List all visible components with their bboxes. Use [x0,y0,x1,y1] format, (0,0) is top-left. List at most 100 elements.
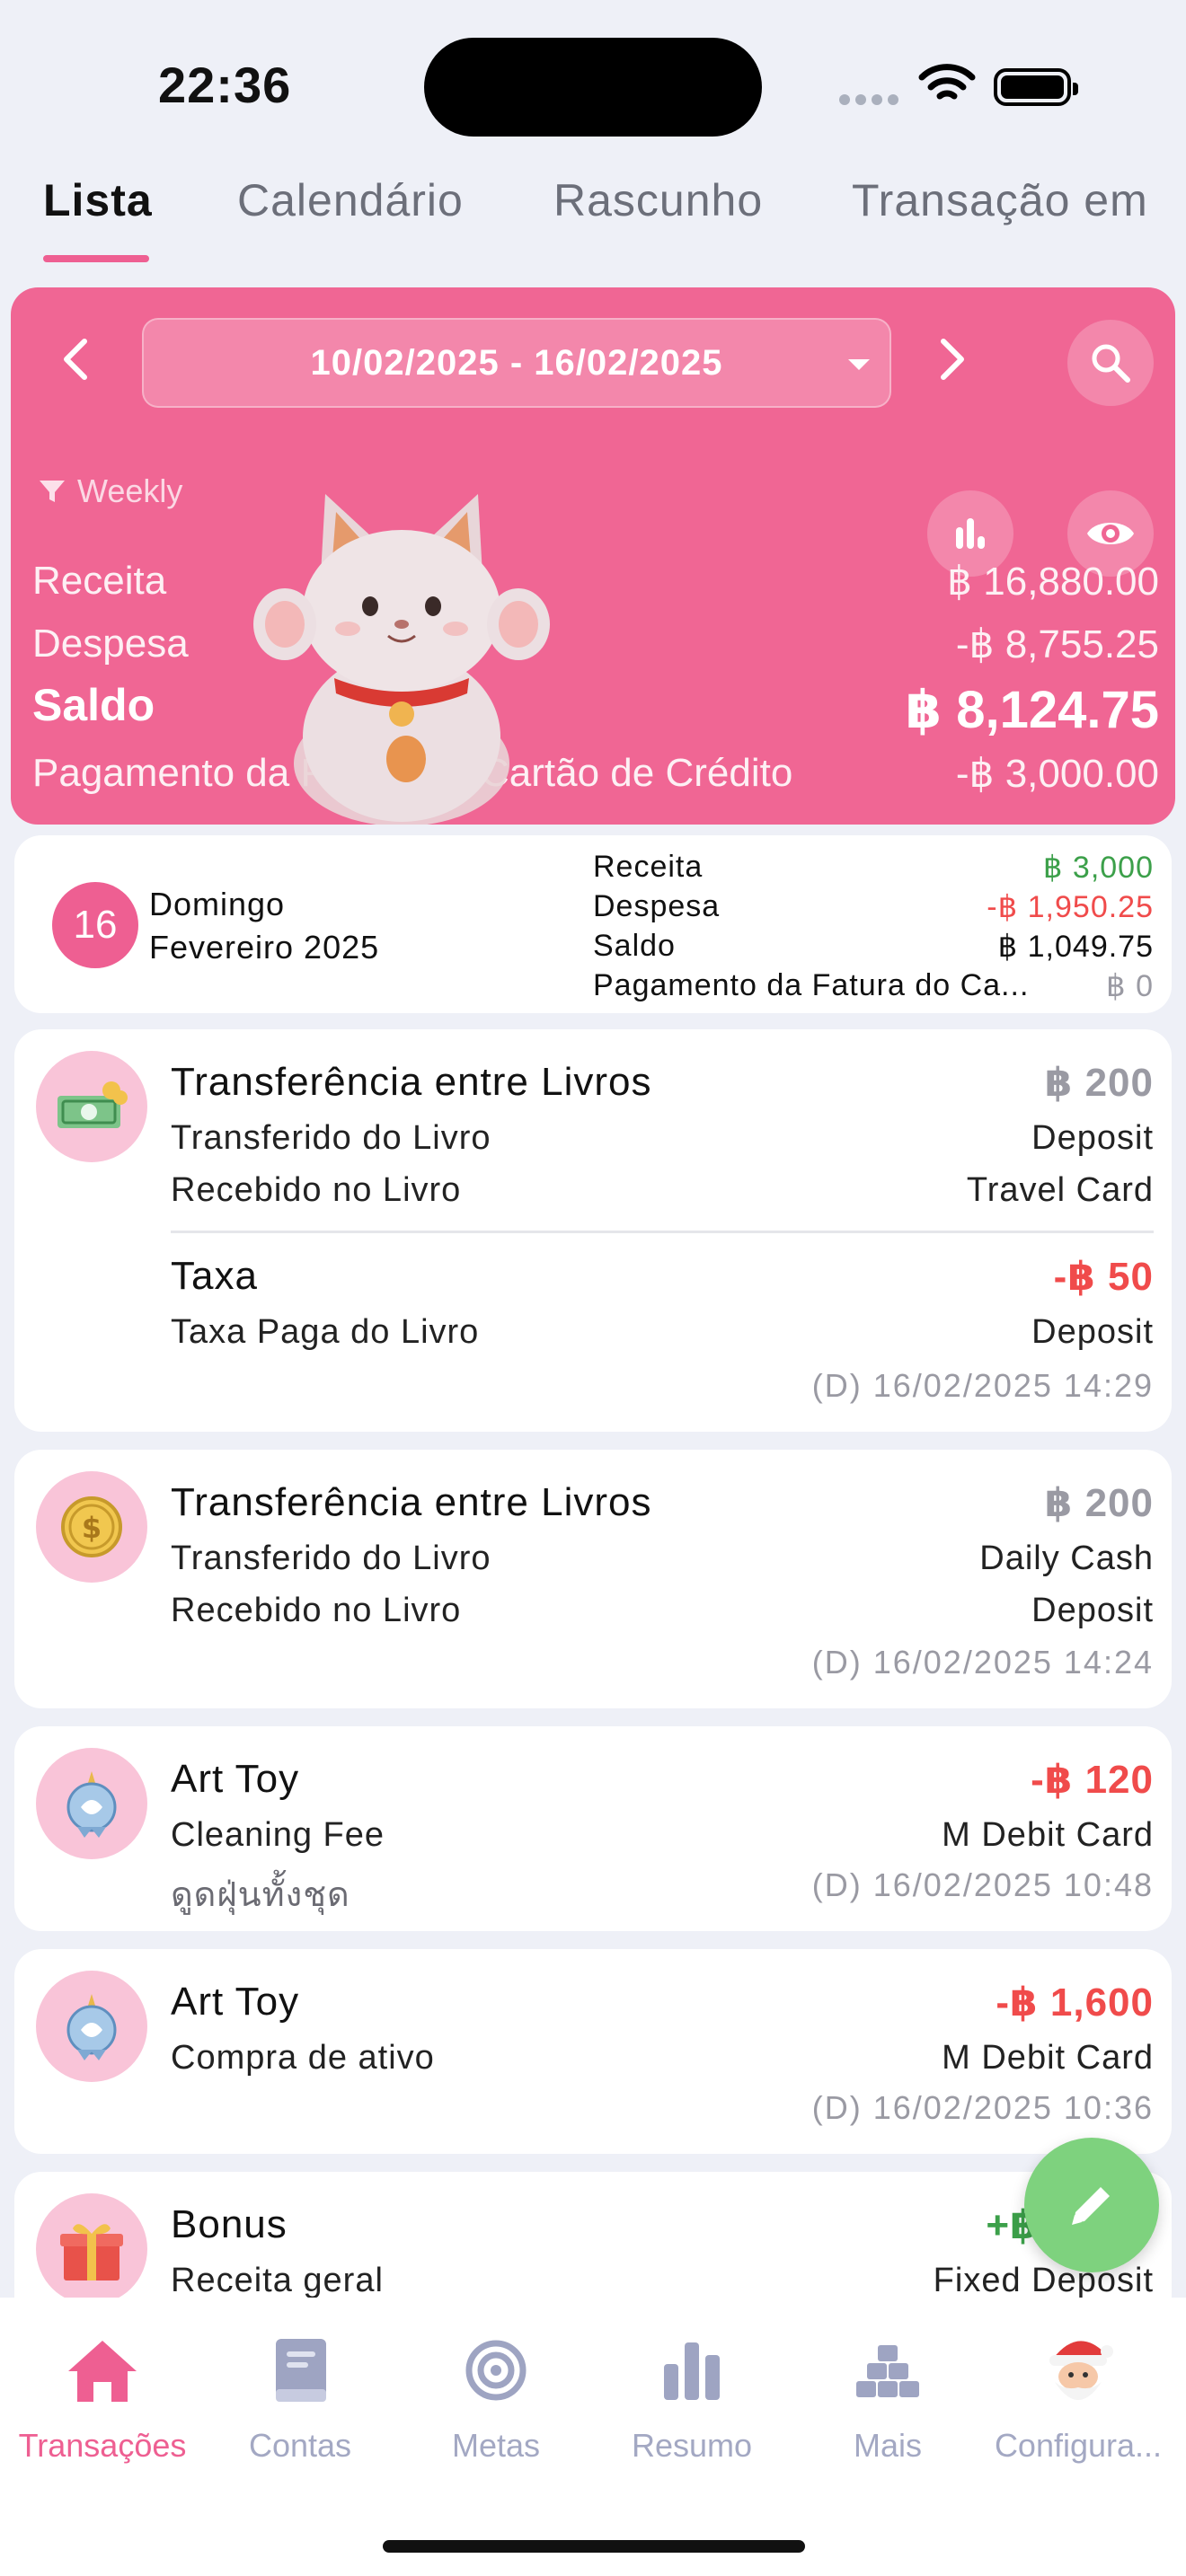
summary-balance-row: Saldo ฿ 8,124.75 [32,679,1159,740]
day-balance-value: ฿ 1,049.75 [997,930,1154,964]
home-indicator [383,2540,805,2553]
summary-income-label: Receita [32,559,167,603]
tab-rascunho[interactable]: Rascunho [553,174,763,226]
day-card-payment-value: ฿ 0 [1106,969,1154,1003]
divider [171,1231,1154,1233]
transaction-title: Transferência entre Livros [171,1060,652,1104]
day-income-value: ฿ 3,000 [1042,851,1154,885]
status-time: 22:36 [158,57,292,113]
dynamic-island [424,38,762,137]
summary-card-payment-value: -฿ 3,000.00 [955,752,1159,796]
nav-metas[interactable]: Metas [397,2330,595,2465]
santa-avatar-icon [1049,2341,1113,2400]
fee-title: Taxa [171,1254,258,1298]
add-transaction-button[interactable] [1024,2138,1159,2272]
transaction-datetime: (D) 16/02/2025 14:24 [811,1644,1154,1681]
transaction-category: Receita geral [171,2262,384,2299]
transaction-card[interactable]: Art Toy -฿ 120 Cleaning Fee M Debit Card… [14,1726,1172,1931]
bar-chart-icon [956,518,985,549]
svg-text:$: $ [82,1511,102,1545]
nav-label: Configura... [994,2427,1163,2464]
home-icon [68,2341,137,2402]
filter-label: Weekly [77,472,183,509]
coin-icon: $ [36,1471,147,1583]
transfer-from-account: Daily Cash [979,1539,1154,1577]
summary-balance-value: ฿ 8,124.75 [905,681,1159,739]
period-filter[interactable]: Weekly [38,472,182,510]
transfer-from-label: Transferido do Livro [171,1539,491,1577]
nav-mais[interactable]: Mais [789,2330,987,2465]
award-badge-icon [36,1748,147,1859]
transaction-card[interactable]: Art Toy -฿ 1,600 Compra de ativo M Debit… [14,1949,1172,2154]
nav-configuracoes[interactable]: Configura... [979,2330,1177,2465]
award-badge-icon [36,1971,147,2082]
fee-amount: -฿ 50 [1053,1255,1154,1299]
tab-calendario[interactable]: Calendário [237,174,464,226]
nav-label: Mais [853,2427,922,2464]
filter-icon [40,481,65,502]
dropdown-caret-icon [848,359,870,370]
search-button[interactable] [1067,320,1154,406]
search-icon [1092,344,1130,383]
transaction-title: Art Toy [171,1757,300,1801]
day-income-row: Receita ฿ 3,000 [593,850,1154,886]
day-expense-label: Despesa [593,889,721,923]
nav-label: Resumo [631,2427,753,2464]
nav-contas[interactable]: Contas [201,2330,399,2465]
transfer-to-account: Travel Card [966,1171,1154,1209]
transaction-amount: ฿ 200 [1044,1061,1154,1105]
transaction-datetime: (D) 16/02/2025 14:29 [811,1367,1154,1404]
summary-expense-value: -฿ 8,755.25 [955,622,1159,666]
transaction-account: M Debit Card [942,2039,1154,2077]
lucky-cat-mascot-icon [253,494,550,825]
date-range-label: 10/02/2025 - 16/02/2025 [310,343,723,383]
summary-income-row: Receita ฿ 16,880.00 [32,559,1159,604]
top-tabs: Lista Calendário Rascunho Transação em [0,169,1186,268]
transaction-amount: ฿ 200 [1044,1481,1154,1525]
summary-income-value: ฿ 16,880.00 [947,560,1159,604]
transaction-datetime: (D) 16/02/2025 10:36 [811,2089,1154,2126]
day-summary-card: 16 Domingo Fevereiro 2025 Receita ฿ 3,00… [14,835,1172,1013]
transfer-to-label: Recebido no Livro [171,1171,462,1209]
pencil-icon [1072,2187,1110,2225]
transaction-title: Transferência entre Livros [171,1480,652,1524]
nav-transacoes[interactable]: Transações [4,2330,201,2465]
battery-icon [994,68,1078,106]
summary-balance-label: Saldo [32,680,155,730]
next-period-icon[interactable] [924,332,978,386]
transaction-category: Cleaning Fee [171,1816,385,1854]
transaction-datetime: (D) 16/02/2025 10:48 [811,1866,1154,1903]
summary-expense-row: Despesa -฿ 8,755.25 [32,622,1159,667]
target-icon [465,2340,527,2401]
blocks-icon [856,2345,919,2397]
transaction-amount: -฿ 1,600 [996,1981,1154,2025]
nav-label: Contas [248,2427,352,2464]
transaction-title: Bonus [171,2202,288,2246]
transfer-from-label: Transferido do Livro [171,1119,491,1157]
date-range-selector[interactable]: 10/02/2025 - 16/02/2025 [142,318,891,408]
bottom-navigation: Transações Contas Metas Resumo Mais Conf… [0,2298,1186,2576]
fee-paid-account: Deposit [1031,1313,1154,1351]
summary-expense-label: Despesa [32,622,189,666]
wifi-icon [918,64,976,100]
transfer-to-label: Recebido no Livro [171,1592,462,1629]
transaction-card[interactable]: $ Transferência entre Livros ฿ 200 Trans… [14,1450,1172,1708]
day-expense-value: -฿ 1,950.25 [987,890,1154,924]
transaction-account: Fixed Deposit [933,2262,1154,2299]
nav-resumo[interactable]: Resumo [593,2330,791,2465]
transaction-card[interactable]: Transferência entre Livros ฿ 200 Transfe… [14,1029,1172,1432]
previous-period-icon[interactable] [50,332,104,386]
eye-icon [1087,523,1134,544]
summary-card: 10/02/2025 - 16/02/2025 Weekly Receita ฿… [11,287,1175,825]
day-weekday: Domingo [149,886,286,922]
tab-transacao-em[interactable]: Transação em [852,174,1148,226]
day-month: Fevereiro 2025 [149,929,380,966]
tab-lista[interactable]: Lista [43,174,153,226]
transaction-title: Art Toy [171,1980,300,2024]
day-expense-row: Despesa -฿ 1,950.25 [593,889,1154,925]
day-card-payment-label: Pagamento da Fatura do Ca... [593,968,1030,1002]
day-balance-label: Saldo [593,929,676,963]
transfer-to-account: Deposit [1031,1592,1154,1629]
transfer-from-account: Deposit [1031,1119,1154,1157]
transaction-note: ดูดฝุ่นทั้งชุด [171,1876,350,1914]
